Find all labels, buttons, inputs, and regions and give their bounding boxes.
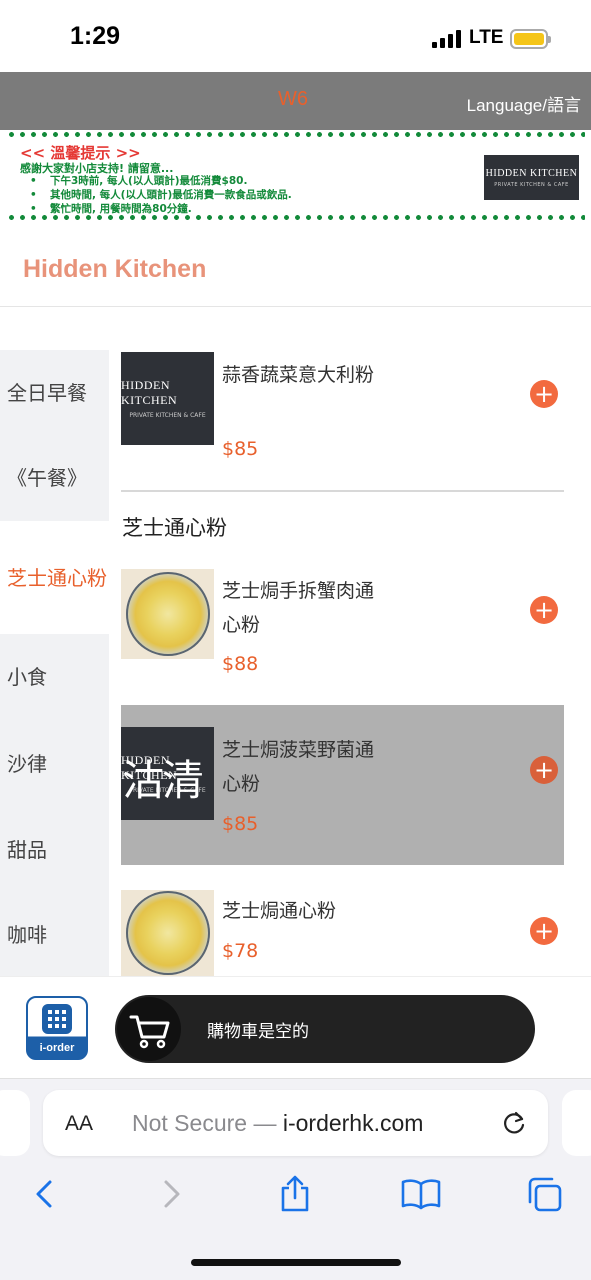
shop-logo-text: HIDDEN KITCHEN <box>485 167 578 179</box>
top-header: W6 Language/語言 <box>0 72 591 130</box>
notice-banner: << 溫馨提示 >> 感謝大家對小店支持! 請留意... 下午3時前, 每人(以… <box>0 130 591 223</box>
i-order-logo: i-order <box>26 996 88 1060</box>
menu-item[interactable]: 芝士焗通心粉 $78 + <box>121 890 564 976</box>
menu-item[interactable]: HIDDEN KITCHEN PRIVATE KITCHEN & CAFE 蒜香… <box>121 352 564 472</box>
item-price: $88 <box>222 653 259 675</box>
reader-options-button[interactable]: AA <box>65 1112 93 1136</box>
thumbnail-logo-subtext: PRIVATE KITCHEN & CAFE <box>129 412 206 419</box>
item-name: 芝士焗通心粉 <box>222 900 337 922</box>
category-snacks[interactable]: 小食 <box>0 634 109 720</box>
notice-border-bottom <box>6 215 585 220</box>
cart-bar[interactable]: 購物車是空的 <box>115 995 535 1063</box>
notice-item: 繁忙時間, 用餐時間為80分鐘. <box>30 202 292 216</box>
previous-tab-preview[interactable] <box>0 1090 30 1156</box>
category-lunch[interactable]: 《午餐》 <box>0 435 109 521</box>
shop-logo-subtext: PRIVATE KITCHEN & CAFE <box>494 181 569 188</box>
bookmarks-icon[interactable] <box>400 1174 442 1214</box>
qr-code-icon <box>42 1004 72 1034</box>
sold-out-label: 沽清 <box>122 756 204 805</box>
add-to-cart-button[interactable]: + <box>530 917 558 945</box>
url-host: i-orderhk.com <box>282 1110 424 1136</box>
add-to-cart-button[interactable]: + <box>530 380 558 408</box>
add-to-cart-button[interactable]: + <box>530 596 558 624</box>
category-salad[interactable]: 沙律 <box>0 720 109 807</box>
thumbnail-logo-text: HIDDEN KITCHEN <box>121 378 178 407</box>
item-thumbnail: HIDDEN KITCHEN PRIVATE KITCHEN & CAFE <box>121 352 214 445</box>
i-order-label: i-order <box>39 1042 75 1054</box>
share-icon[interactable] <box>277 1174 313 1214</box>
forward-icon[interactable] <box>154 1174 190 1214</box>
network-label: LTE <box>469 27 504 48</box>
menu-item-sold-out[interactable]: HIDDEN KITCHEN PRIVATE KITCHEN & CAFE 沽清… <box>121 705 564 865</box>
status-time: 1:29 <box>70 22 121 50</box>
address-bar[interactable]: AA Not Secure — i-orderhk.com <box>43 1090 548 1156</box>
notice-item: 下午3時前, 每人(以人頭計)最低消費$80. <box>30 174 292 188</box>
item-name: 芝士焗手拆蟹肉通心粉 <box>222 580 375 636</box>
battery-icon <box>510 29 551 49</box>
section-divider <box>121 490 564 492</box>
item-name: 蒜香蔬菜意大利粉 <box>222 364 375 386</box>
shop-logo: HIDDEN KITCHEN PRIVATE KITCHEN & CAFE <box>484 155 579 200</box>
cart-status-text: 購物車是空的 <box>207 1022 309 1042</box>
category-breakfast[interactable]: 全日早餐 <box>0 350 109 435</box>
language-button[interactable]: Language/語言 <box>467 91 581 116</box>
home-indicator <box>191 1259 401 1266</box>
item-price: $85 <box>222 813 259 835</box>
table-code: W6 <box>278 88 308 110</box>
status-bar: 1:29 LTE <box>0 0 591 72</box>
back-icon[interactable] <box>26 1174 62 1214</box>
security-warning: Not Secure — <box>132 1110 283 1136</box>
category-coffee[interactable]: 咖啡 <box>0 893 109 976</box>
category-macaroni[interactable]: 芝士通心粉 <box>0 521 109 634</box>
notice-item: 其他時間, 每人(以人頭計)最低消費一款食品或飲品. <box>30 188 292 202</box>
item-thumbnail <box>121 890 214 976</box>
shop-name: Hidden Kitchen <box>23 255 207 283</box>
next-tab-preview[interactable] <box>562 1090 591 1156</box>
tabs-icon[interactable] <box>526 1174 566 1214</box>
notice-list: 下午3時前, 每人(以人頭計)最低消費$80. 其他時間, 每人(以人頭計)最低… <box>30 174 292 216</box>
url-field[interactable]: Not Secure — i-orderhk.com <box>132 1110 423 1137</box>
category-dessert[interactable]: 甜品 <box>0 807 109 893</box>
item-name: 芝士焗菠菜野菌通心粉 <box>222 739 375 795</box>
item-thumbnail <box>121 569 214 659</box>
cart-icon[interactable] <box>117 997 181 1061</box>
item-price: $78 <box>222 940 259 962</box>
category-sidebar: 全日早餐 《午餐》 芝士通心粉 小食 沙律 甜品 咖啡 <box>0 350 109 976</box>
section-title: 芝士通心粉 <box>122 516 227 540</box>
reload-icon[interactable] <box>502 1110 528 1136</box>
menu-item[interactable]: 芝士焗手拆蟹肉通心粉 $88 + <box>121 568 564 678</box>
signal-icon <box>432 30 464 48</box>
add-to-cart-button[interactable]: + <box>530 756 558 784</box>
notice-border-top <box>6 132 585 137</box>
divider <box>0 306 591 307</box>
item-price: $85 <box>222 438 259 460</box>
